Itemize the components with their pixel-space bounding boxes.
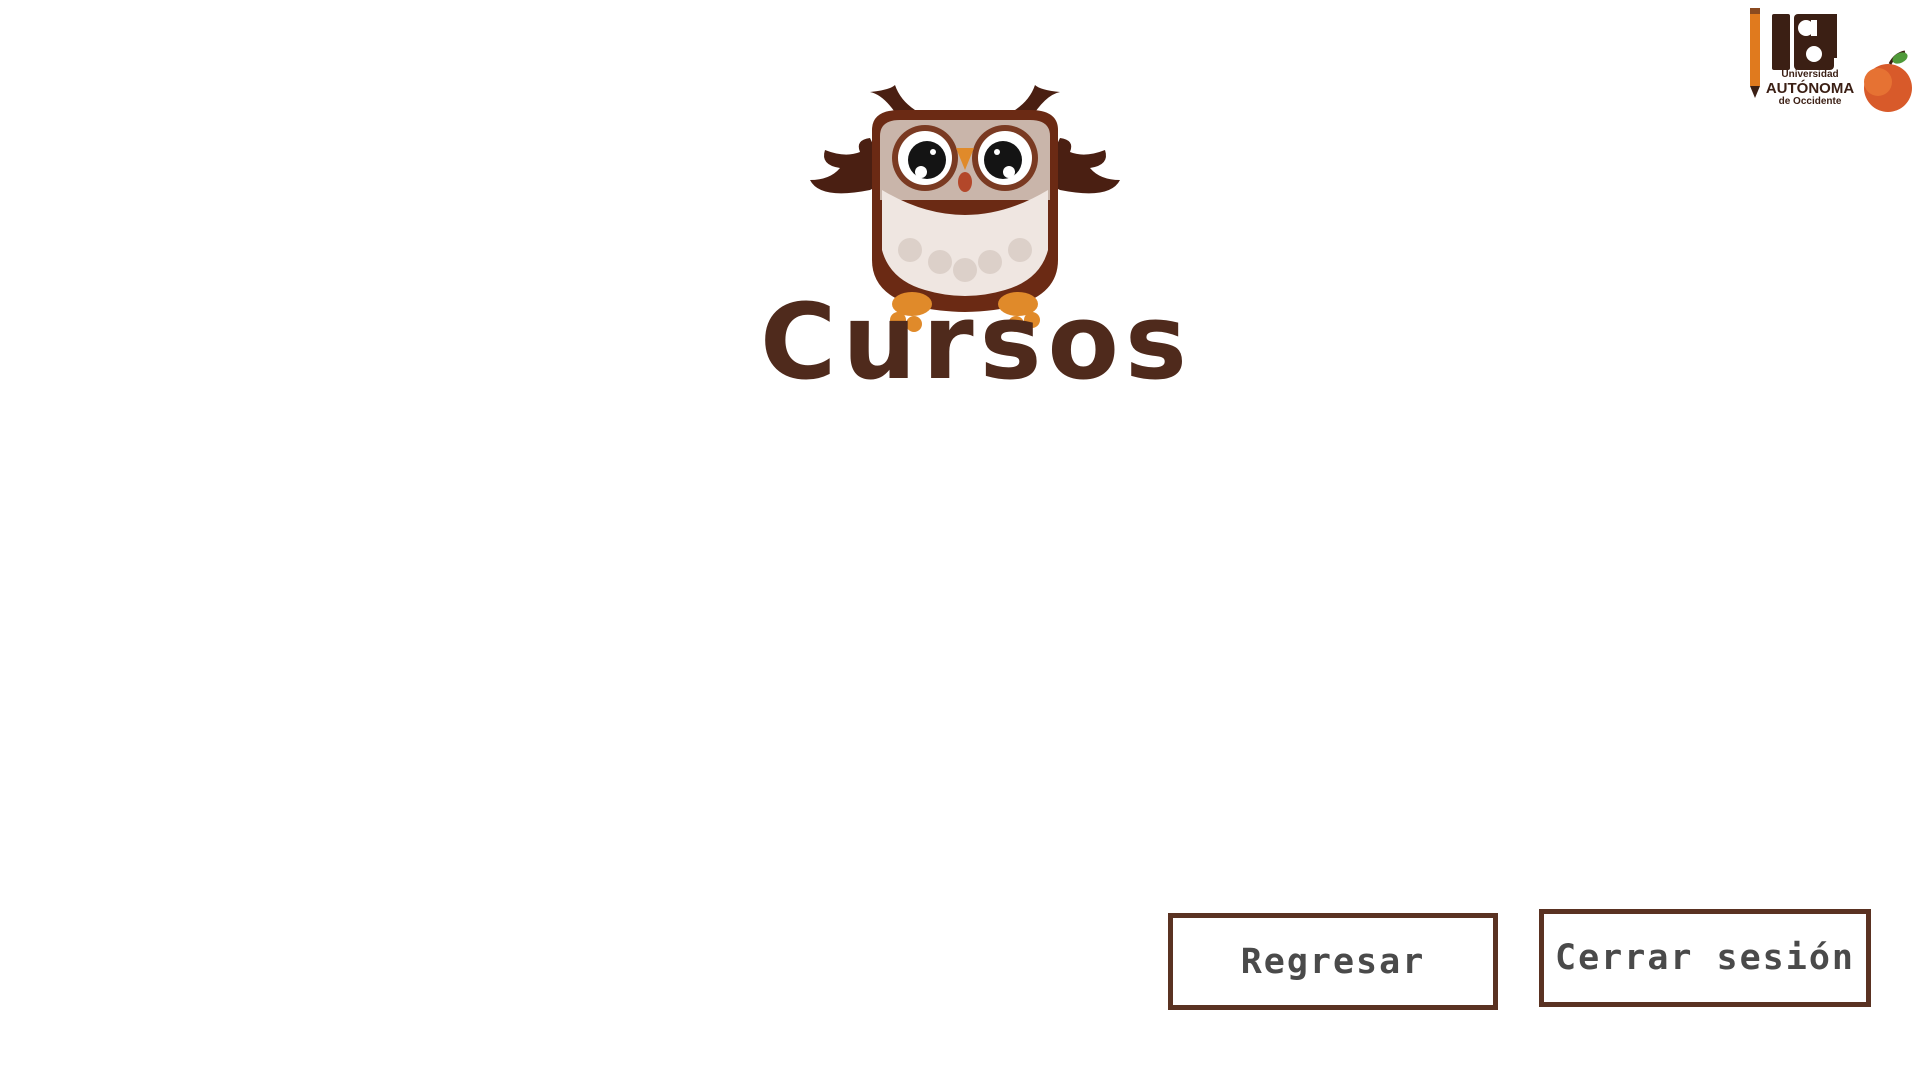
logout-button-label: Cerrar sesión — [1555, 938, 1855, 978]
page-title: Cursos — [760, 281, 1193, 403]
logo-line-1: Universidad — [1781, 69, 1839, 80]
logo-line-3: de Occidente — [1778, 96, 1842, 107]
back-button-label: Regresar — [1240, 941, 1426, 982]
logout-button[interactable]: Cerrar sesión — [1539, 909, 1871, 1007]
courses-page: Universidad AUTÓNOMA de Occidente Cursos… — [0, 0, 1920, 1080]
logo-line-2: AUTÓNOMA — [1765, 80, 1855, 97]
back-button[interactable]: Regresar — [1168, 913, 1498, 1010]
university-logo-text: Universidad AUTÓNOMA de Occidente — [1755, 70, 1865, 107]
